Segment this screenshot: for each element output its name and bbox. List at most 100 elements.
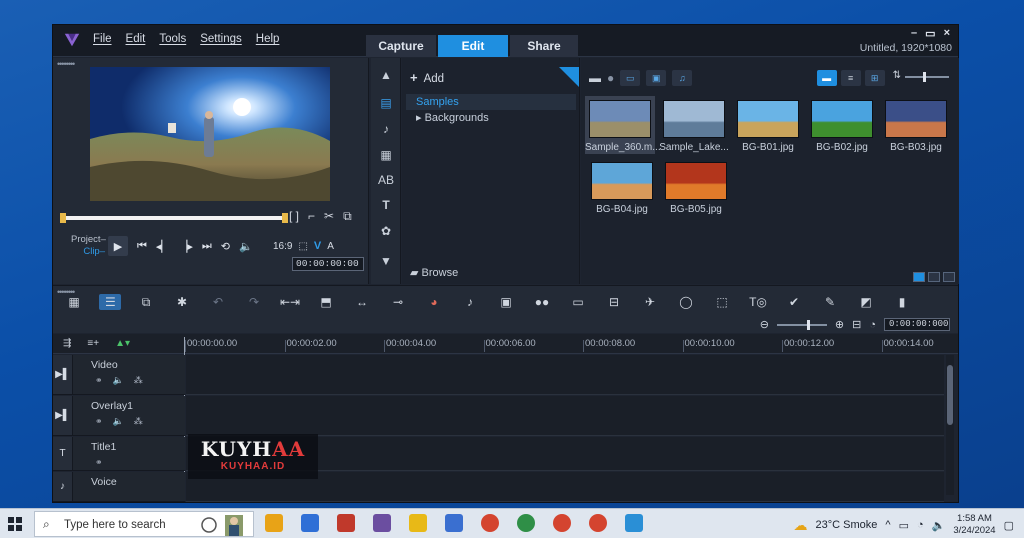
library-thumbnail[interactable]: BG-B02.jpg <box>807 100 877 153</box>
video-toggle[interactable]: V <box>314 240 321 252</box>
scroll-down-icon[interactable]: ▼ <box>377 254 395 270</box>
aspect-ratio-button[interactable]: 16:9 <box>273 241 292 252</box>
library-thumbnail[interactable]: Sample_Lake... <box>659 100 729 153</box>
zoom-out-icon[interactable]: ⊖ <box>760 318 769 331</box>
taskbar-app-icon[interactable] <box>301 514 319 532</box>
thumbnail-view-button[interactable]: ▬ <box>816 70 837 86</box>
overlay-mute-icon[interactable]: 🔈 <box>113 416 124 427</box>
zoom-in-icon[interactable]: ⊕ <box>835 318 844 331</box>
fit-screen-icon[interactable]: ⬚ <box>298 241 307 252</box>
library-thumbnail[interactable]: BG-B01.jpg <box>733 100 803 153</box>
repeat-icon[interactable]: ⟲ <box>221 240 230 253</box>
tab-edit[interactable]: Edit <box>438 35 508 57</box>
overlay-track-body[interactable] <box>186 396 944 436</box>
menu-tools[interactable]: Tools <box>159 33 186 45</box>
home-icon[interactable]: ⏮ <box>137 240 147 253</box>
split-screen-icon[interactable]: ⊟ <box>603 295 625 309</box>
volume-icon[interactable]: 🔈 <box>239 240 253 253</box>
show-photo-button[interactable]: ▣ <box>646 70 667 86</box>
track-motion-icon[interactable]: ↔ <box>351 295 373 309</box>
sort-icon[interactable]: ⇅ <box>893 70 901 86</box>
windows-start-icon[interactable] <box>8 517 22 531</box>
previous-frame-icon[interactable]: ◂▏ <box>156 240 170 253</box>
mark-in-out-icon[interactable]: [ ] <box>289 209 299 224</box>
overlay-ripple-icon[interactable]: ⁂ <box>134 416 143 427</box>
camera-icon[interactable]: ▮ <box>891 295 913 309</box>
taskbar-app-icon[interactable] <box>517 514 535 532</box>
taskbar-app-icon[interactable] <box>445 514 463 532</box>
end-icon[interactable]: ⏭ <box>202 240 212 253</box>
project-clip-toggle[interactable]: Project– Clip– <box>71 234 106 258</box>
chevron-up-icon[interactable]: ^ <box>885 519 890 531</box>
graphic-icon[interactable]: ✿ <box>377 224 395 240</box>
taskbar-app-icon[interactable] <box>481 514 499 532</box>
battery-icon[interactable]: ▭ <box>899 519 909 532</box>
tab-capture[interactable]: Capture <box>366 35 436 57</box>
import-folder-icon[interactable]: ▬ <box>589 71 601 85</box>
tools-icon[interactable]: ✱ <box>171 295 193 309</box>
text-box-icon[interactable]: ▭ <box>567 295 589 309</box>
taskbar-app-icon[interactable] <box>409 514 427 532</box>
pin-icon[interactable] <box>559 67 579 87</box>
layout-details-icon[interactable] <box>928 272 940 282</box>
show-video-button[interactable]: ▭ <box>620 70 641 86</box>
title-icon[interactable]: T <box>377 198 395 214</box>
trim-start-handle[interactable] <box>60 213 66 223</box>
add-button[interactable]: + Add <box>410 70 444 85</box>
play-button[interactable]: ▶ <box>108 236 128 256</box>
menu-settings[interactable]: Settings <box>200 33 242 45</box>
redo-icon[interactable]: ↷ <box>243 295 265 309</box>
edit-icon[interactable]: ✎ <box>819 295 841 309</box>
track-header-title1[interactable]: T Title1 ⚭ <box>53 437 185 471</box>
browse-button[interactable]: ▰ Browse <box>410 266 458 279</box>
taskbar-search[interactable]: ⌕ Type here to search <box>34 511 254 537</box>
tree-item-samples[interactable]: Samples <box>406 94 576 110</box>
network-icon[interactable]: ◔ <box>917 519 924 531</box>
split-clip-icon[interactable]: ⌐ <box>308 209 315 224</box>
text-icon[interactable]: T◎ <box>747 295 769 309</box>
notification-icon[interactable]: ▢ <box>1004 519 1014 532</box>
audio-mixer-icon[interactable]: ♪ <box>459 295 481 309</box>
check-icon[interactable]: ✔ <box>783 295 805 309</box>
timeline-view-icon[interactable]: ☰ <box>99 294 121 310</box>
preview-video[interactable] <box>90 67 330 201</box>
library-thumbnail[interactable]: Sample_360.m... <box>585 96 661 154</box>
track-header-video[interactable]: ▶▌ Video ⚭ 🔈 ⁂ <box>53 355 185 395</box>
list-view-button[interactable]: ≡ <box>840 70 861 86</box>
timeline-vertical-scrollbar[interactable] <box>946 355 954 495</box>
add-track-icon[interactable]: ≡+ <box>87 338 99 349</box>
restore-button[interactable]: ▭ <box>925 27 935 40</box>
tree-item-backgrounds[interactable]: ▸ Backgrounds <box>406 110 576 126</box>
record-icon[interactable]: ● <box>607 71 614 85</box>
timeline-timecode[interactable]: 0:00:00:000 <box>884 318 950 331</box>
taskbar-app-icon[interactable] <box>265 514 283 532</box>
subtitle-icon[interactable]: ⊸ <box>387 295 409 309</box>
library-thumbnail[interactable]: BG-B03.jpg <box>881 100 951 153</box>
close-button[interactable]: × <box>944 27 950 40</box>
grid-view-button[interactable]: ⊞ <box>864 70 885 86</box>
library-thumbnail[interactable]: BG-B04.jpg <box>587 162 657 215</box>
track-manager-icon[interactable]: ⇶ <box>63 338 71 349</box>
library-thumbnail[interactable]: BG-B05.jpg <box>661 162 731 215</box>
player-timecode[interactable]: 00:00:00:00 <box>292 257 364 271</box>
motion-icon[interactable]: ✈ <box>639 295 661 309</box>
menu-help[interactable]: Help <box>256 33 280 45</box>
taskbar-app-icon[interactable] <box>373 514 391 532</box>
ab-transition-icon[interactable]: AB <box>377 173 395 189</box>
scrubber-bar[interactable] <box>60 213 288 223</box>
frame-icon[interactable]: ⬚ <box>711 295 733 309</box>
layout-thumbnail-icon[interactable] <box>913 272 925 282</box>
color-grading-icon[interactable]: ◕ <box>423 295 445 309</box>
storyboard-view-icon[interactable]: ▦ <box>63 295 85 309</box>
audio-toggle[interactable]: A <box>327 241 334 252</box>
zoom-slider[interactable] <box>776 319 827 330</box>
image-icon[interactable]: ◩ <box>855 295 877 309</box>
link-icon[interactable]: ⚭ <box>95 375 103 386</box>
360-video-icon[interactable]: ◯ <box>675 295 697 309</box>
scroll-up-icon[interactable]: ▲ <box>377 68 395 84</box>
video-track-body[interactable] <box>186 355 944 395</box>
cut-icon[interactable]: ✂ <box>324 209 334 224</box>
expand-arrow-icon[interactable]: ▸ <box>416 112 425 124</box>
copy-icon[interactable]: ⧉ <box>343 209 352 224</box>
project-label[interactable]: Project– <box>71 234 106 246</box>
